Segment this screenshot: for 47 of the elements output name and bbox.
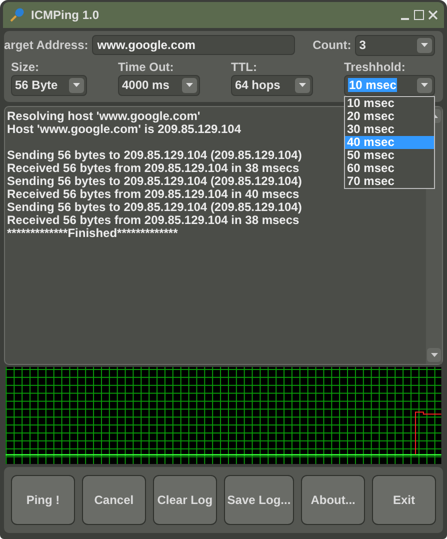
log-line: Host 'www.google.com' is 209.85.129.104 [7, 122, 242, 136]
maximize-icon[interactable] [414, 10, 424, 20]
log-line: Received 56 bytes from 209.85.129.104 in 40 msecs [7, 188, 300, 201]
log-line: *************Finished************* [7, 226, 178, 240]
list-option[interactable]: 50 msec [345, 148, 434, 162]
caret-icon [421, 83, 428, 88]
log-line: Resolving host 'www.google.com' [7, 110, 200, 123]
action-button[interactable]: Exit [372, 475, 436, 525]
dropdown-button[interactable] [295, 78, 310, 93]
action-button[interactable]: Ping ! [11, 475, 75, 525]
dropdown-button[interactable] [417, 38, 432, 53]
window-title: ICMPing 1.0 [31, 8, 100, 22]
log-line: Sending 56 bytes to 209.85.129.104 (209.85.129.104) [7, 200, 302, 214]
action-button[interactable]: Save Log... [224, 475, 294, 525]
field-label: arget Address: [4, 38, 88, 52]
option-dropdown[interactable]: 56 Byte [11, 74, 87, 96]
list-option[interactable]: 60 msec [345, 162, 434, 175]
paddle-icon [9, 6, 25, 23]
action-button[interactable]: Clear Log [152, 475, 217, 525]
field-label: TTL: [231, 60, 258, 74]
address-field[interactable]: www.google.com [92, 35, 295, 56]
close-icon[interactable] [428, 10, 438, 20]
option-dropdown[interactable]: 4000 ms [118, 74, 200, 96]
count-dropdown[interactable]: 3 [355, 34, 435, 56]
caret-icon [73, 83, 80, 88]
list-option[interactable]: 30 msec [345, 122, 434, 136]
log-line: Sending 56 bytes to 209.85.129.104 (209.85.129.104) [7, 148, 302, 162]
log-line: Sending 56 bytes to 209.85.129.104 (209.85.129.104) [7, 174, 302, 188]
list-option[interactable]: 20 msec [345, 110, 434, 123]
list-option[interactable]: 10 msec [345, 96, 434, 110]
dropdown-button[interactable] [182, 78, 197, 93]
caret-icon [299, 83, 306, 88]
option-dropdown[interactable]: 64 hops [231, 74, 313, 96]
log-line: Received 56 bytes from 209.85.129.104 in 38 msecs [7, 214, 300, 227]
field-label: Time Out: [118, 60, 175, 74]
caret-icon [186, 83, 193, 88]
list-option[interactable]: 70 msec [345, 174, 434, 188]
field-label: Count: [312, 38, 352, 52]
action-button[interactable]: About... [301, 475, 366, 525]
down-arrow-icon[interactable] [430, 352, 438, 357]
log-line: Received 56 bytes from 209.85.129.104 in 38 msecs [7, 162, 300, 175]
caret-icon [421, 43, 428, 48]
field-label: Size: [11, 60, 40, 74]
field-label: Treshhold: [344, 60, 406, 74]
action-button[interactable]: Cancel [82, 475, 146, 525]
dropdown-button[interactable] [69, 78, 84, 93]
dropdown-button[interactable] [417, 78, 432, 93]
